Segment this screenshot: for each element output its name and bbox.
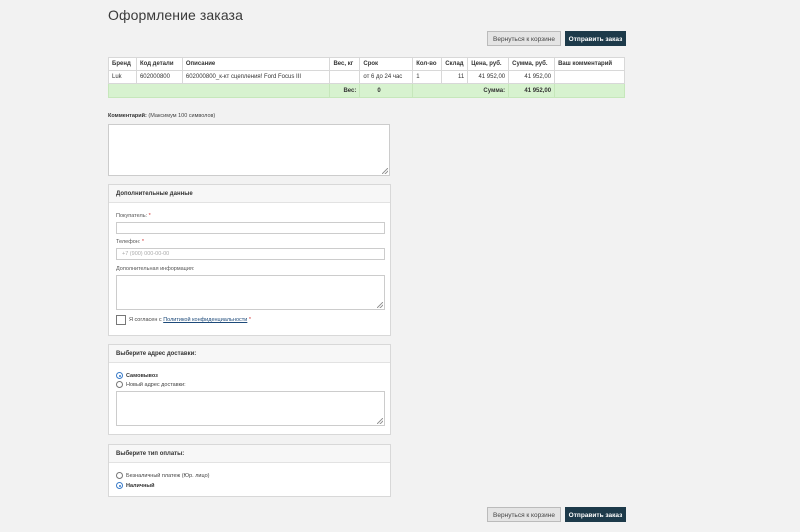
cell-sum: 41 952,00 (508, 70, 556, 84)
payment-title: Выберите тип оплаты: (109, 445, 390, 463)
cell-price: 41 952,00 (467, 70, 510, 84)
order-table: Бренд Код детали Описание Вес, кг Срок К… (107, 57, 625, 98)
col-sum: Сумма, руб. (508, 57, 556, 71)
back-to-cart-button[interactable]: Вернуться к корзине (487, 31, 561, 46)
total-sum-label: Сумма: (412, 83, 510, 98)
cell-weight (329, 70, 361, 84)
phone-label: Телефон: * (116, 239, 145, 245)
resize-grip-icon[interactable] (382, 168, 388, 174)
cell-comment[interactable] (554, 70, 625, 84)
col-price: Цена, руб. (467, 57, 510, 71)
col-weight: Вес, кг (329, 57, 361, 71)
cashless-label[interactable]: Безналичный платеж (Юр. лицо) (126, 473, 209, 479)
cell-qty: 1 (412, 70, 443, 84)
col-description: Описание (181, 57, 331, 71)
new-address-label[interactable]: Новый адрес доставки: (126, 382, 186, 388)
radio-cashless[interactable] (116, 472, 123, 479)
extra-data-title: Дополнительные данные (109, 185, 390, 203)
comment-label: Комментарий: (Максимум 100 символов) (108, 113, 216, 119)
pickup-label[interactable]: Самовывоз (126, 373, 158, 379)
table-header-row: Бренд Код детали Описание Вес, кг Срок К… (108, 57, 625, 71)
cell-term: от 6 до 24 час (359, 70, 414, 84)
cash-label[interactable]: Наличный (126, 483, 155, 489)
cell-stock: 11 (441, 70, 469, 84)
delivery-panel: Выберите адрес доставки: Самовывоз Новый… (108, 344, 391, 435)
extra-data-panel: Дополнительные данные Покупатель: * Теле… (108, 184, 391, 336)
back-to-cart-button-bottom[interactable]: Вернуться к корзине (487, 507, 561, 522)
totals-row: Вес: 0 Сумма: 41 952,00 (107, 83, 625, 98)
col-comment: Ваш комментарий (554, 57, 625, 71)
col-term: Срок (359, 57, 414, 71)
delivery-title: Выберите адрес доставки: (109, 345, 390, 363)
cell-description: 602000800_к-кт сцепления! Ford Focus III (181, 70, 331, 84)
cell-brand: Luk (108, 70, 137, 84)
payment-panel: Выберите тип оплаты: Безналичный платеж … (108, 444, 391, 497)
col-stock: Склад (441, 57, 469, 71)
comment-hint: (Максимум 100 символов) (148, 113, 216, 119)
new-address-textarea[interactable] (116, 391, 385, 426)
buyer-label: Покупатель: * (116, 213, 151, 219)
radio-pickup[interactable] (116, 372, 123, 379)
buyer-input[interactable] (116, 222, 385, 234)
phone-input[interactable]: +7 (900) 000-00-00 (116, 248, 385, 260)
radio-new-address[interactable] (116, 381, 123, 388)
privacy-checkbox[interactable] (116, 315, 126, 325)
comment-textarea[interactable] (108, 124, 390, 176)
privacy-agreement-text: Я согласен с Политикой конфиденциальност… (129, 317, 252, 323)
page-title: Оформление заказа (108, 7, 243, 23)
col-brand: Бренд (108, 57, 137, 71)
col-qty: Кол-во (412, 57, 443, 71)
col-part-code: Код детали (135, 57, 183, 71)
resize-grip-icon[interactable] (377, 302, 383, 308)
radio-cash[interactable] (116, 482, 123, 489)
total-weight-value: 0 (359, 83, 414, 98)
submit-order-button-bottom[interactable]: Отправить заказ (565, 507, 626, 522)
info-textarea[interactable] (116, 275, 385, 310)
privacy-policy-link[interactable]: Политикой конфиденциальности (163, 317, 247, 323)
table-row: Luk 602000800 602000800_к-кт сцепления! … (108, 70, 625, 84)
resize-grip-icon[interactable] (377, 418, 383, 424)
cell-part-code: 602000800 (135, 70, 183, 84)
info-label: Дополнительная информация: (116, 266, 195, 272)
total-sum-value: 41 952,00 (508, 83, 556, 98)
total-weight-label: Вес: (329, 83, 361, 98)
submit-order-button[interactable]: Отправить заказ (565, 31, 626, 46)
